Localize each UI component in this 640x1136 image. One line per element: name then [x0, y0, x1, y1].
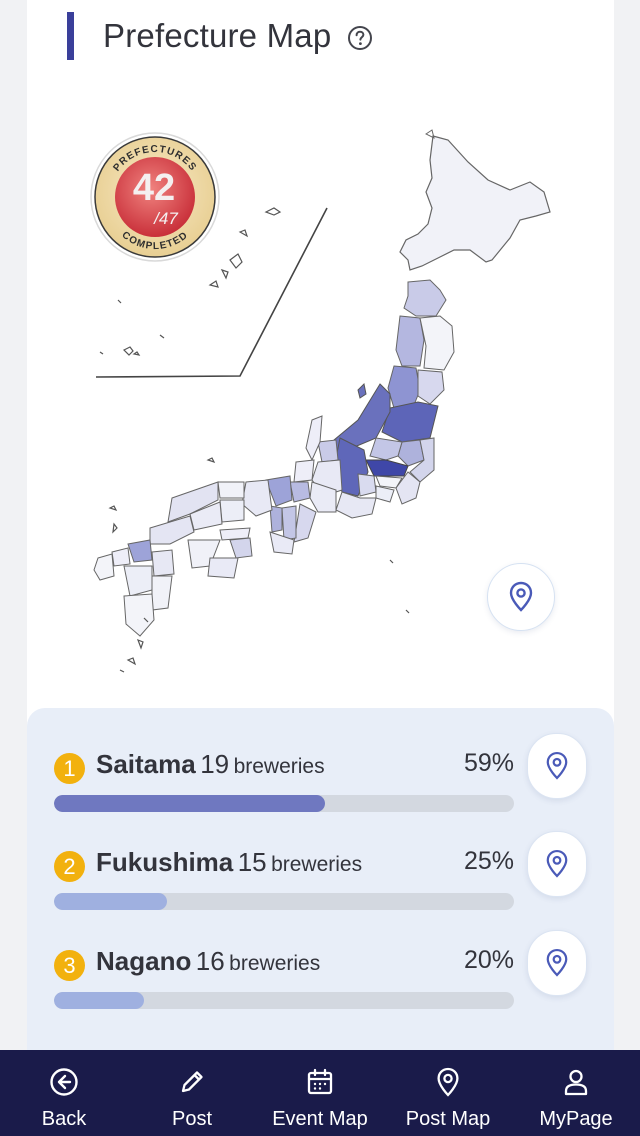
- nav-post-map-label: Post Map: [405, 1108, 491, 1130]
- map-pin-icon: [437, 1067, 459, 1097]
- title-accent-bar: [67, 12, 74, 60]
- prefecture-ishikawa: [305, 415, 323, 462]
- ranking-panel: 1 Saitama 19 breweries 59% 2 Fukushima 1…: [27, 708, 614, 1068]
- rank-number-badge: 3: [54, 950, 85, 981]
- badge-count: 42: [133, 167, 175, 209]
- rank-location-button[interactable]: [527, 930, 587, 996]
- prefecture-fukui: [293, 459, 315, 483]
- progress-fill: [54, 795, 326, 812]
- rank-prefecture-name: Saitama: [96, 749, 196, 779]
- ranking-item[interactable]: 2 Fukushima 15 breweries 25%: [27, 831, 614, 951]
- prefecture-iwate: [419, 315, 455, 371]
- map-pin-icon: [509, 581, 533, 612]
- nav-post-button[interactable]: Post: [128, 1050, 256, 1136]
- prefecture-akita: [395, 315, 425, 367]
- prefecture-aomori: [403, 279, 447, 317]
- rank-location-button[interactable]: [527, 733, 587, 799]
- prefecture-okayama: [219, 499, 245, 523]
- map-location-button[interactable]: [487, 563, 555, 631]
- prefecture-nagasaki: [93, 553, 115, 581]
- back-arrow-icon: [50, 1068, 78, 1096]
- prefecture-kumamoto: [123, 565, 153, 597]
- page-title: Prefecture Map: [103, 17, 332, 54]
- nav-post-map-button[interactable]: Post Map: [384, 1050, 512, 1136]
- rank-location-button[interactable]: [527, 831, 587, 897]
- user-icon: [564, 1069, 588, 1096]
- prefecture-miyagi: [417, 369, 445, 405]
- prefecture-shiga: [289, 481, 311, 503]
- ranking-item[interactable]: 3 Nagano 16 breweries 20%: [27, 930, 614, 1050]
- rank-brewery-count: 16: [195, 946, 225, 976]
- prefecture-yamanashi: [357, 473, 377, 497]
- rank-unit: breweries: [233, 755, 325, 778]
- nav-event-map-label: Event Map: [272, 1108, 368, 1130]
- rank-unit: breweries: [271, 853, 363, 876]
- rank-number-badge: 2: [54, 851, 85, 882]
- ranking-item[interactable]: 1 Saitama 19 breweries 59%: [27, 733, 614, 853]
- rank-number-badge: 1: [54, 753, 85, 784]
- prefecture-toyama: [317, 439, 339, 463]
- prefecture-hokkaido: [399, 135, 551, 271]
- prefecture-tokushima: [229, 537, 253, 559]
- nav-back-label: Back: [41, 1108, 87, 1130]
- map-pin-icon: [546, 849, 568, 878]
- prefecture-kagoshima: [123, 593, 155, 637]
- progress-fill: [54, 992, 144, 1009]
- prefecture-nara: [281, 505, 297, 541]
- prefecture-kochi: [207, 557, 239, 579]
- rank-prefecture-name: Nagano: [96, 946, 192, 976]
- prefecture-oita: [151, 549, 175, 577]
- completion-badge: PREFECTURES COMPLETED 42 /47: [90, 132, 220, 262]
- prefecture-saga: [111, 547, 131, 567]
- nav-back-button[interactable]: Back: [0, 1050, 128, 1136]
- map-pin-icon: [546, 948, 568, 977]
- nav-post-label: Post: [171, 1108, 213, 1130]
- calendar-icon: [307, 1068, 333, 1095]
- progress-bar: [54, 893, 514, 910]
- prefecture-tottori: [217, 481, 245, 499]
- prefecture-mie: [293, 503, 317, 543]
- rank-brewery-count: 15: [237, 847, 267, 877]
- rank-percent: 59%: [463, 749, 514, 777]
- prefecture-fukuoka: [127, 539, 153, 563]
- map-pin-icon: [546, 751, 568, 780]
- nav-event-map-button[interactable]: Event Map: [256, 1050, 384, 1136]
- prefecture-kanagawa: [375, 485, 395, 503]
- bottom-navigation: Back Post Event Map Post Map MyPage: [0, 1050, 640, 1136]
- rank-brewery-count: 19: [200, 749, 230, 779]
- prefecture-miyazaki: [151, 575, 173, 611]
- progress-fill: [54, 893, 167, 910]
- badge-total: /47: [153, 209, 178, 228]
- progress-bar: [54, 795, 514, 812]
- nav-mypage-label: MyPage: [539, 1108, 613, 1130]
- rank-percent: 25%: [463, 847, 514, 875]
- nav-mypage-button[interactable]: MyPage: [512, 1050, 640, 1136]
- progress-bar: [54, 992, 514, 1009]
- pencil-icon: [181, 1071, 203, 1093]
- prefecture-saitama: [365, 459, 409, 477]
- rank-unit: breweries: [229, 952, 321, 975]
- help-icon[interactable]: [347, 25, 373, 51]
- rank-percent: 20%: [463, 946, 514, 974]
- rank-prefecture-name: Fukushima: [96, 847, 234, 877]
- prefecture-gunma: [369, 437, 403, 461]
- prefecture-hyogo: [241, 479, 273, 517]
